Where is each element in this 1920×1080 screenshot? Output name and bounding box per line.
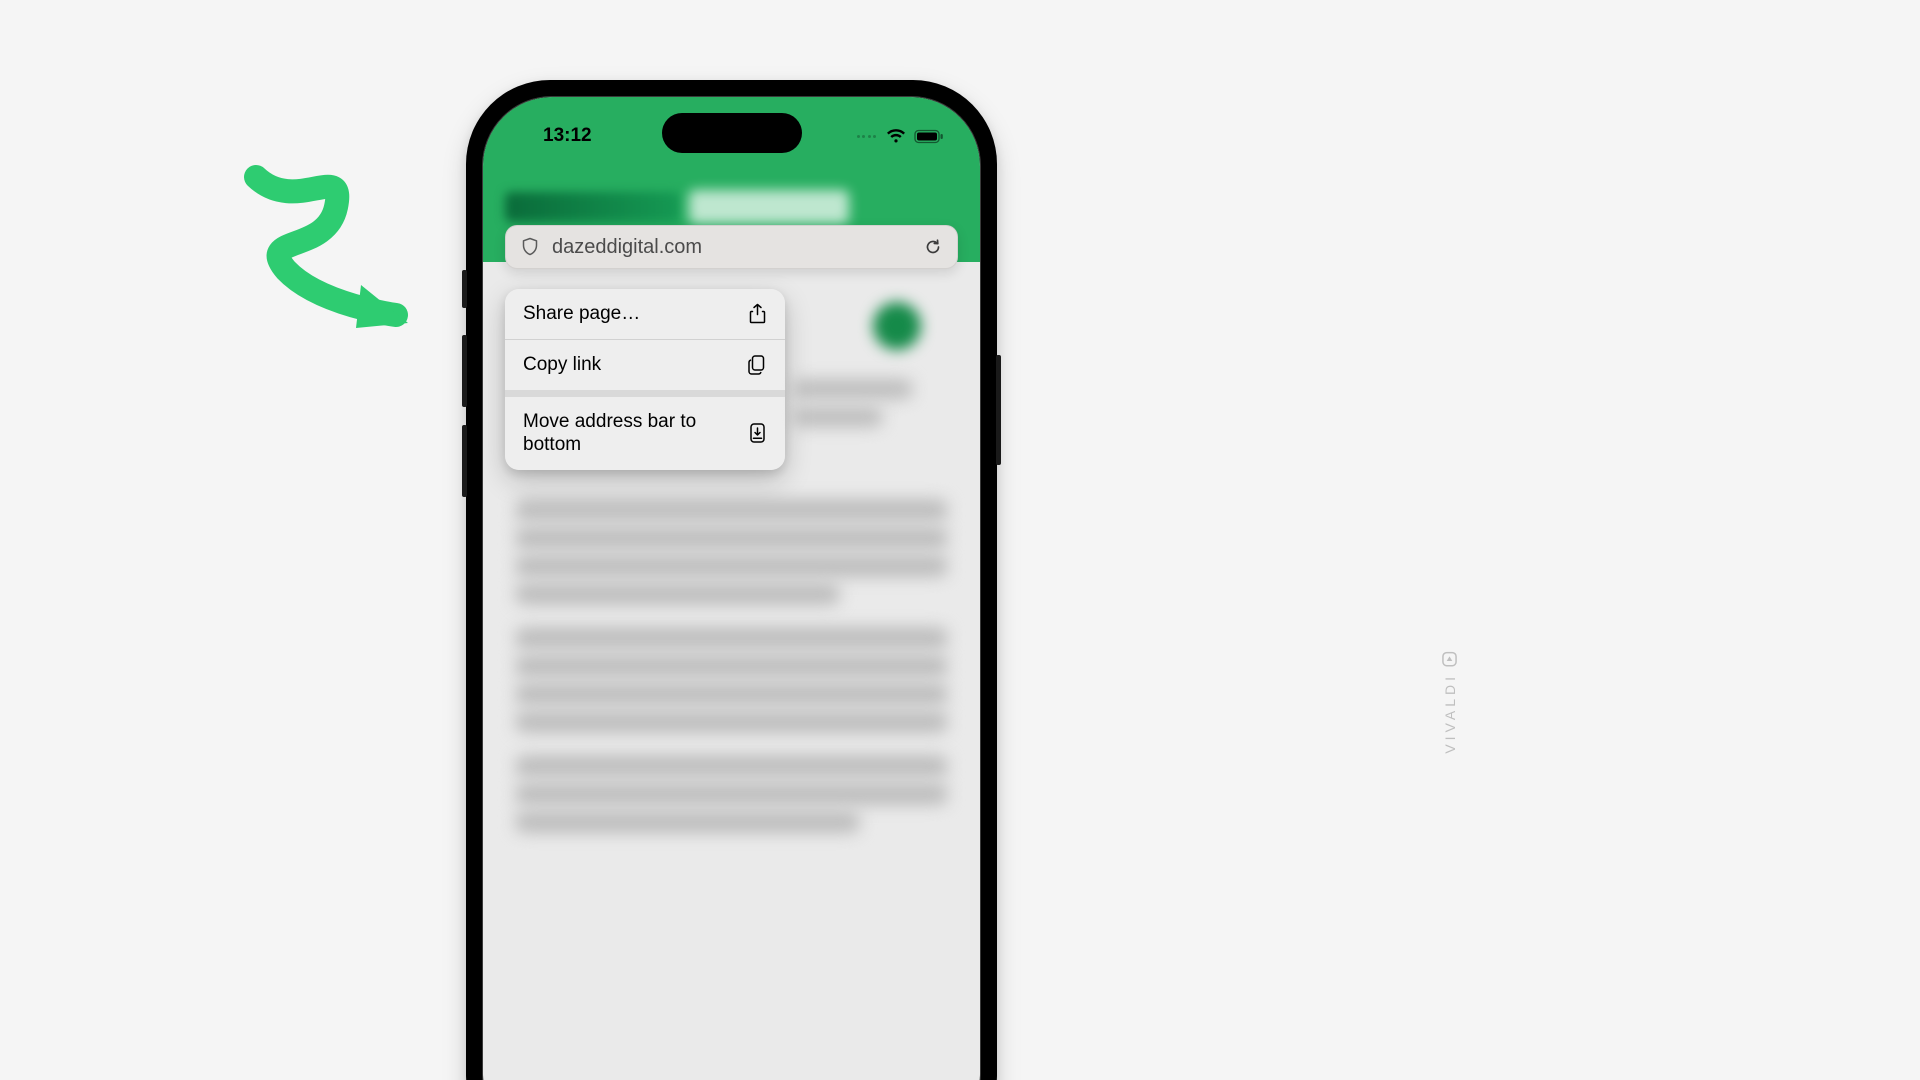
blurred-text: [515, 527, 948, 549]
blurred-header-content: [689, 190, 849, 224]
blurred-text: [515, 583, 840, 605]
copy-icon: [746, 354, 767, 376]
phone-volume-up: [462, 335, 467, 407]
menu-item-label: Move address bar to bottom: [523, 410, 703, 458]
dock-bottom-icon: [748, 422, 767, 444]
blurred-text: [793, 407, 883, 427]
address-bar[interactable]: dazeddigital.com: [505, 225, 958, 269]
blurred-text: [515, 627, 948, 649]
watermark-text: VIVALDI: [1442, 673, 1458, 754]
address-bar-url[interactable]: dazeddigital.com: [552, 236, 911, 259]
menu-item-label: Copy link: [523, 353, 601, 377]
shield-icon[interactable]: [520, 237, 540, 257]
battery-icon: [914, 129, 944, 144]
blurred-header-content: [505, 192, 680, 222]
blurred-avatar: [873, 302, 921, 350]
status-time: 13:12: [543, 125, 592, 147]
wifi-icon: [886, 129, 906, 144]
phone-screen: 13:12: [483, 97, 980, 1080]
phone-frame: 13:12: [466, 80, 997, 1080]
reload-icon[interactable]: [923, 237, 943, 257]
phone-silent-switch: [462, 270, 467, 308]
status-bar: 13:12: [483, 121, 980, 151]
attention-arrow-icon: [241, 165, 421, 335]
menu-item-copy-link[interactable]: Copy link: [505, 339, 785, 390]
menu-item-move-address-bar[interactable]: Move address bar to bottom: [505, 390, 785, 471]
vivaldi-watermark: VIVALDI: [1442, 652, 1458, 754]
blurred-text: [515, 555, 948, 577]
vivaldi-logo-icon: [1443, 652, 1458, 667]
address-bar-context-menu: Share page… Copy link: [505, 289, 785, 470]
phone-power-button: [996, 355, 1001, 465]
blurred-text: [515, 811, 860, 833]
blurred-text: [515, 755, 948, 777]
blurred-text: [515, 783, 948, 805]
share-icon: [748, 303, 767, 325]
blurred-text: [515, 711, 948, 733]
blurred-text: [515, 683, 948, 705]
blurred-text: [515, 499, 948, 521]
cellular-dots-icon: [857, 135, 877, 138]
menu-item-label: Share page…: [523, 302, 640, 326]
menu-item-share-page[interactable]: Share page…: [505, 289, 785, 339]
phone-volume-down: [462, 425, 467, 497]
blurred-text: [515, 655, 948, 677]
blurred-text: [793, 379, 913, 399]
